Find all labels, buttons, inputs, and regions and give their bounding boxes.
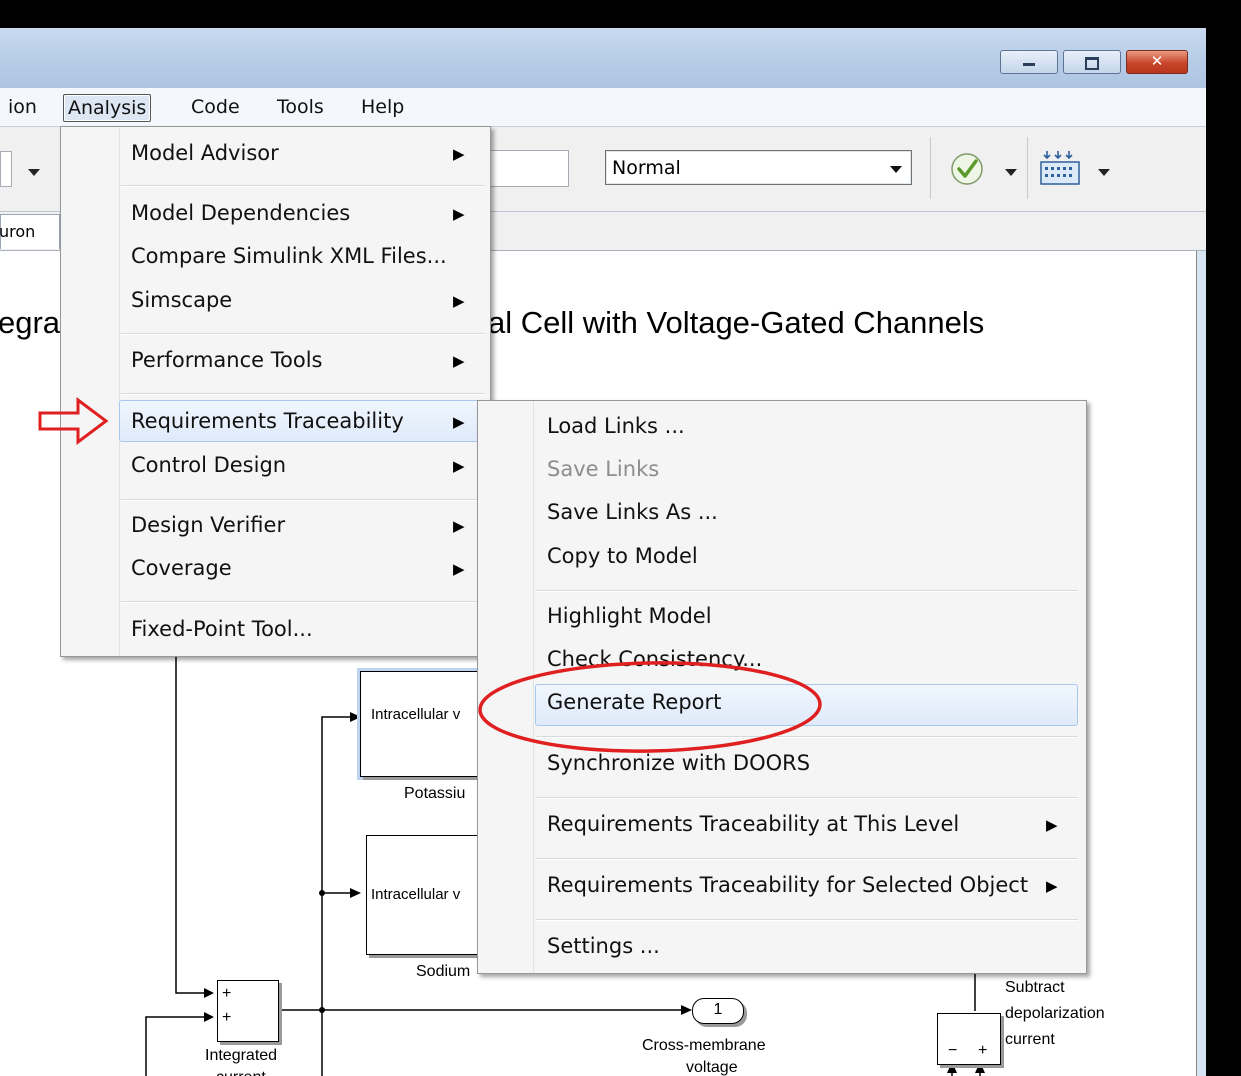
menu-separator [536, 797, 1078, 799]
outport-label-line1: Cross-membrane [642, 1037, 766, 1054]
sum-block[interactable]: + + [217, 980, 279, 1042]
subtract-block[interactable]: − + [937, 1013, 1001, 1065]
sodium-channel-block[interactable]: Intracellular v [366, 835, 480, 955]
subtract-label-line1: Subtract [1005, 979, 1065, 996]
sodium-block-label: Sodium [416, 963, 471, 980]
menu-separator [536, 919, 1078, 921]
potassium-block-port-label: Intracellular v [371, 706, 461, 723]
menu-analysis[interactable]: Analysis [63, 94, 152, 122]
menu-item-check-consistency[interactable]: Check Consistency... [547, 647, 762, 671]
menu-item-save-links-as[interactable]: Save Links As ... [547, 500, 718, 524]
title-bar[interactable]: ✕ [0, 28, 1206, 88]
menu-item-load-links[interactable]: Load Links ... [547, 414, 685, 438]
menu-gutter [478, 401, 534, 973]
submenu-arrow-icon: ▶ [453, 292, 465, 310]
menu-item-copy-to-model[interactable]: Copy to Model [547, 544, 698, 568]
minimize-button[interactable] [1000, 50, 1058, 74]
menu-separator [121, 185, 485, 187]
sum-block-label-line2: current [216, 1069, 266, 1076]
sum-block-label-line1: Integrated [205, 1047, 278, 1064]
submenu-arrow-icon: ▶ [453, 517, 465, 535]
menu-separator [536, 590, 1078, 592]
menu-item-compare-xml[interactable]: Compare Simulink XML Files... [131, 244, 447, 268]
menu-help[interactable]: Help [357, 94, 408, 120]
menu-item-requirements-traceability[interactable]: Requirements Traceability [131, 409, 404, 433]
menu-separator [536, 736, 1078, 738]
submenu-arrow-icon: ▶ [453, 352, 465, 370]
subtract-sign-plus: + [978, 1042, 988, 1059]
menu-item-generate-report[interactable]: Generate Report [547, 690, 721, 714]
tab-model[interactable]: uron [0, 214, 60, 249]
menu-item-simscape[interactable]: Simscape [131, 288, 232, 312]
submenu-arrow-icon: ▶ [453, 457, 465, 475]
tab-model-label: uron [0, 222, 36, 241]
close-icon: ✕ [1150, 52, 1164, 70]
requirements-submenu: Load Links ... Save Links Save Links As … [477, 400, 1087, 974]
menu-item-coverage[interactable]: Coverage [131, 556, 232, 580]
maximize-icon [1085, 57, 1099, 70]
outport-label-line2: voltage [686, 1059, 738, 1076]
menu-code[interactable]: Code [187, 94, 244, 120]
menu-separator [121, 499, 485, 501]
submenu-arrow-icon: ▶ [1046, 816, 1058, 834]
menu-item-highlight-model[interactable]: Highlight Model [547, 604, 712, 628]
menu-item-fixed-point-tool[interactable]: Fixed-Point Tool... [131, 617, 313, 641]
analysis-menu: Model Advisor ▶ Model Dependencies ▶ Com… [60, 126, 491, 657]
submenu-arrow-icon: ▶ [453, 205, 465, 223]
menu-item-settings[interactable]: Settings ... [547, 934, 660, 958]
menu-tools[interactable]: Tools [273, 94, 328, 120]
subtract-label-line3: current [1005, 1031, 1055, 1048]
menu-item-model-advisor[interactable]: Model Advisor [131, 141, 279, 165]
outport-block[interactable]: 1 [692, 998, 744, 1024]
menu-item-control-design[interactable]: Control Design [131, 453, 286, 477]
menu-item-req-selected-object[interactable]: Requirements Traceability for Selected O… [547, 873, 1028, 897]
menu-simulation-partial[interactable]: ion [4, 94, 41, 120]
menu-separator [121, 333, 485, 335]
menu-separator [121, 601, 485, 603]
menu-item-design-verifier[interactable]: Design Verifier [131, 513, 285, 537]
subtract-sign-minus: − [948, 1042, 958, 1059]
sum-sign-1: + [222, 985, 232, 1002]
sum-sign-2: + [222, 1009, 232, 1026]
menu-item-save-links: Save Links [547, 457, 660, 481]
submenu-arrow-icon: ▶ [453, 560, 465, 578]
submenu-arrow-icon: ▶ [1046, 877, 1058, 895]
menu-bar: ion Analysis Code Tools Help [0, 88, 1206, 127]
menu-item-synchronize-doors[interactable]: Synchronize with DOORS [547, 751, 810, 775]
potassium-channel-block[interactable]: Intracellular v [360, 671, 480, 777]
close-button[interactable]: ✕ [1126, 50, 1188, 74]
minimize-icon [1023, 63, 1035, 66]
maximize-button[interactable] [1063, 50, 1121, 74]
menu-item-performance-tools[interactable]: Performance Tools [131, 348, 322, 372]
potassium-block-label: Potassiu [404, 785, 466, 802]
menu-separator [121, 393, 485, 395]
submenu-arrow-icon: ▶ [453, 145, 465, 163]
menu-gutter [61, 127, 120, 656]
sodium-block-port-label: Intracellular v [371, 886, 461, 903]
menu-item-model-dependencies[interactable]: Model Dependencies [131, 201, 350, 225]
submenu-arrow-icon: ▶ [453, 413, 465, 431]
menu-item-req-this-level[interactable]: Requirements Traceability at This Level [547, 812, 959, 836]
subtract-label-line2: depolarization [1005, 1005, 1105, 1022]
menu-separator [536, 858, 1078, 860]
outport-number: 1 [713, 1001, 723, 1018]
